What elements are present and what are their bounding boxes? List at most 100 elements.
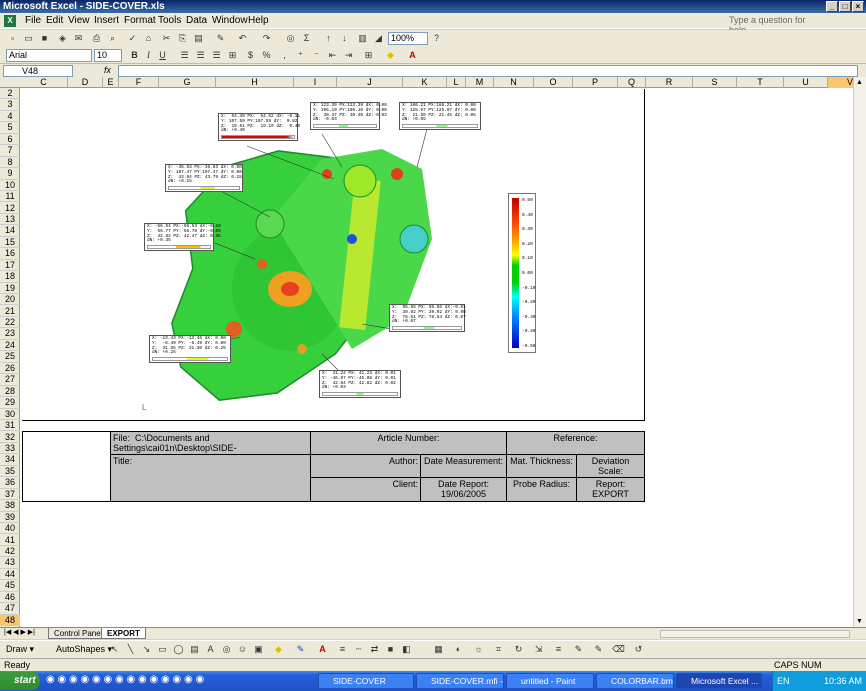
fill-color-draw-icon[interactable]: ◆ <box>272 643 285 656</box>
task-colorbar[interactable]: COLORBAR.bmp -... <box>596 673 674 689</box>
excel-doc-icon[interactable]: X <box>4 15 16 27</box>
permission-icon[interactable]: ◈ <box>56 32 69 45</box>
tab-control-panel[interactable]: Control Panel <box>48 628 109 639</box>
close-icon[interactable]: × <box>852 1 864 12</box>
scroll-down-icon[interactable]: ▼ <box>856 618 863 625</box>
row-header[interactable]: 44 <box>0 569 20 581</box>
picture-icon[interactable]: ▣ <box>252 643 265 656</box>
menu-insert[interactable]: Insert <box>94 15 119 26</box>
rectangle-icon[interactable]: ▭ <box>156 643 169 656</box>
row-header[interactable]: 18 <box>0 271 20 283</box>
column-header[interactable]: C <box>20 77 68 88</box>
row-header[interactable]: 48 <box>0 614 20 627</box>
row-header[interactable]: 37 <box>0 489 20 501</box>
menu-edit[interactable]: Edit <box>46 15 63 26</box>
task-paint[interactable]: untitled - Paint <box>506 673 594 689</box>
row-header[interactable]: 25 <box>0 351 20 363</box>
date-measurement-cell[interactable]: Date Measurement: <box>420 454 507 478</box>
date-report-cell[interactable]: Date Report: 19/06/2005 <box>420 477 507 502</box>
print-icon[interactable]: ⎙ <box>90 32 103 45</box>
undo-icon[interactable]: ↶ <box>236 32 249 45</box>
task-side-cover[interactable]: SIDE-COVER <box>318 673 414 689</box>
paste-icon[interactable]: ▤ <box>192 32 205 45</box>
zoom-select[interactable]: 100% <box>388 32 428 45</box>
clipart-icon[interactable]: ☺ <box>236 643 249 656</box>
worksheet-grid[interactable]: CDEFGHIJKLMNOPQRSTUV 2 3 4 5 6 7 8 9 10 11 12 13 14 1… <box>0 77 853 627</box>
font-color-icon[interactable]: A <box>406 49 419 62</box>
arrow-style-icon[interactable]: ⇄ <box>368 643 381 656</box>
draw-menu[interactable]: Draw ▾ <box>6 644 34 655</box>
help-search-input[interactable]: Type a question for help <box>729 15 815 35</box>
column-header[interactable]: V <box>828 77 853 88</box>
row-header[interactable]: 16 <box>0 248 20 260</box>
maximize-icon[interactable]: □ <box>839 1 851 12</box>
rotate-icon[interactable]: ↻ <box>512 643 525 656</box>
menu-window[interactable]: Window <box>212 15 248 26</box>
column-header[interactable]: I <box>294 77 337 88</box>
column-header[interactable]: L <box>447 77 466 88</box>
row-header[interactable]: 22 <box>0 317 20 329</box>
start-button[interactable]: start <box>0 672 40 690</box>
crop-icon[interactable]: ⌗ <box>492 643 505 656</box>
decrease-decimal-icon[interactable]: ⁻ <box>310 49 323 62</box>
row-header[interactable]: 46 <box>0 592 20 604</box>
sort-desc-icon[interactable]: ↓ <box>338 32 351 45</box>
oval-icon[interactable]: ◯ <box>172 643 185 656</box>
row-header[interactable]: 39 <box>0 512 20 524</box>
vertical-scrollbar[interactable]: ▲ ▼ <box>853 77 866 627</box>
chart-wizard-icon[interactable]: ▥ <box>356 32 369 45</box>
title-cell[interactable]: Title: <box>110 454 311 502</box>
column-header[interactable]: P <box>573 77 618 88</box>
menu-view[interactable]: View <box>68 15 90 26</box>
row-header[interactable]: 3 <box>0 99 20 111</box>
sort-asc-icon[interactable]: ↑ <box>322 32 335 45</box>
drawing-icon[interactable]: ◢ <box>372 32 385 45</box>
recolor-icon[interactable]: ✎ <box>572 643 585 656</box>
column-header[interactable]: U <box>784 77 828 88</box>
align-center-icon[interactable]: ☰ <box>194 49 207 62</box>
reference-cell[interactable]: Reference: <box>506 431 645 455</box>
arrow-icon[interactable]: ↘ <box>140 643 153 656</box>
select-objects-icon[interactable]: ↖ <box>108 643 121 656</box>
row-header[interactable]: 9 <box>0 168 20 180</box>
scroll-up-icon[interactable]: ▲ <box>856 79 863 86</box>
column-header[interactable]: N <box>494 77 534 88</box>
row-header[interactable]: 33 <box>0 443 20 455</box>
author-cell[interactable]: Author: <box>310 454 421 478</box>
menu-file[interactable]: File <box>25 15 41 26</box>
tab-export[interactable]: EXPORT <box>101 628 146 639</box>
textbox-icon[interactable]: ▤ <box>188 643 201 656</box>
column-header[interactable]: R <box>646 77 693 88</box>
new-icon[interactable]: ▫ <box>6 32 19 45</box>
tab-first-icon[interactable]: |◀ ◀ ▶ ▶| <box>4 628 35 636</box>
underline-button[interactable]: U <box>156 49 169 62</box>
row-header[interactable]: 41 <box>0 535 20 546</box>
3d-icon[interactable]: ◧ <box>400 643 413 656</box>
row-header[interactable]: 30 <box>0 409 20 420</box>
font-color-draw-icon[interactable]: A <box>316 643 329 656</box>
row-header[interactable]: 8 <box>0 157 20 169</box>
align-left-icon[interactable]: ☰ <box>178 49 191 62</box>
row-header[interactable]: 43 <box>0 557 20 569</box>
row-header[interactable]: 20 <box>0 294 20 306</box>
brightness-icon[interactable]: ☼ <box>472 643 485 656</box>
row-header[interactable]: 24 <box>0 340 20 352</box>
column-header[interactable]: S <box>693 77 737 88</box>
currency-button[interactable]: $ <box>244 49 257 62</box>
report-cell[interactable]: Report: EXPORT <box>576 477 645 502</box>
row-header[interactable]: 45 <box>0 580 20 592</box>
column-header[interactable]: E <box>103 77 119 88</box>
increase-decimal-icon[interactable]: ⁺ <box>294 49 307 62</box>
task-excel[interactable]: Microsoft Excel ... <box>676 673 762 689</box>
row-header[interactable]: 7 <box>0 145 20 157</box>
decrease-indent-icon[interactable]: ⇤ <box>326 49 339 62</box>
row-header[interactable]: 14 <box>0 225 20 237</box>
mat-thickness-cell[interactable]: Mat. Thickness: <box>506 454 577 478</box>
diagram-icon[interactable]: ◎ <box>220 643 233 656</box>
formula-input[interactable] <box>118 65 858 77</box>
quicklaunch-icons[interactable]: ◉ ◉ ◉ ◉ ◉ ◉ ◉ ◉ ◉ ◉ ◉ ◉ ◉ ◉ <box>46 674 204 685</box>
print-preview-icon[interactable]: ⌕ <box>106 32 119 45</box>
column-header[interactable]: M <box>466 77 494 88</box>
email-icon[interactable]: ✉ <box>72 32 85 45</box>
line-style-icon[interactable]: ≡ <box>336 643 349 656</box>
